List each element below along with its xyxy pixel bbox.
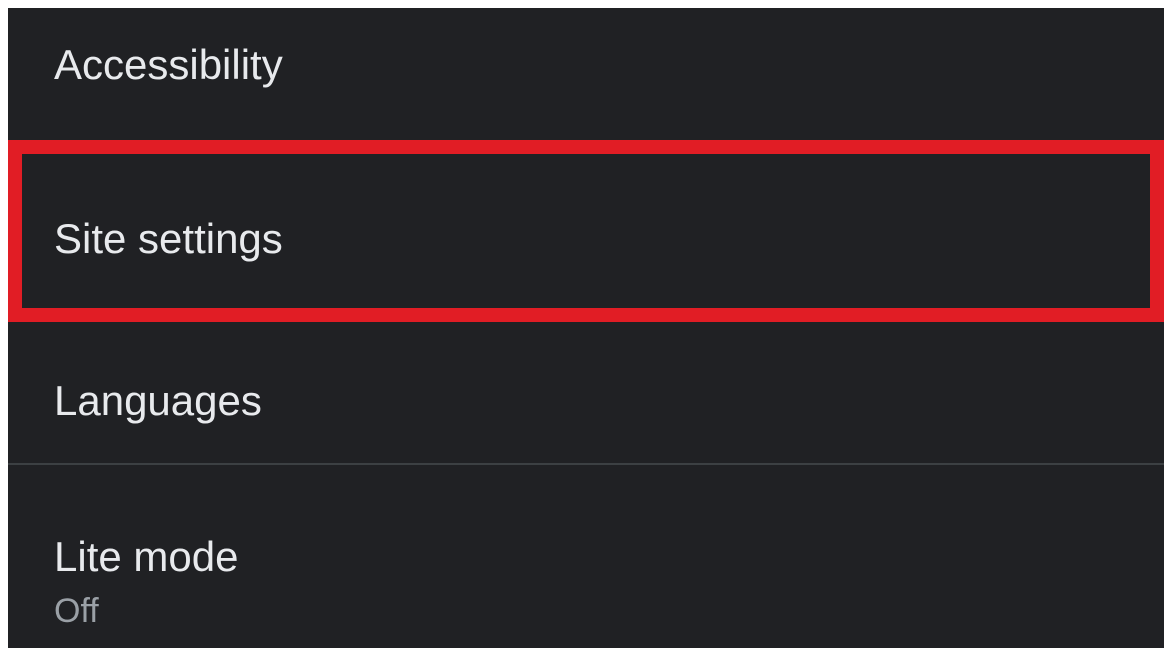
settings-item-label: Lite mode — [54, 533, 239, 580]
settings-item-label: Languages — [54, 377, 262, 424]
settings-item-accessibility[interactable]: Accessibility — [8, 8, 1164, 140]
settings-screen: Accessibility Site settings Languages Li… — [8, 8, 1164, 648]
settings-item-languages[interactable]: Languages — [8, 322, 1164, 464]
settings-item-label: Accessibility — [54, 41, 283, 88]
settings-item-label: Site settings — [54, 215, 283, 262]
settings-item-summary: Off — [54, 592, 99, 630]
settings-item-site-settings[interactable]: Site settings — [8, 140, 1164, 322]
settings-item-lite-mode[interactable]: Lite mode Off — [8, 465, 1164, 648]
